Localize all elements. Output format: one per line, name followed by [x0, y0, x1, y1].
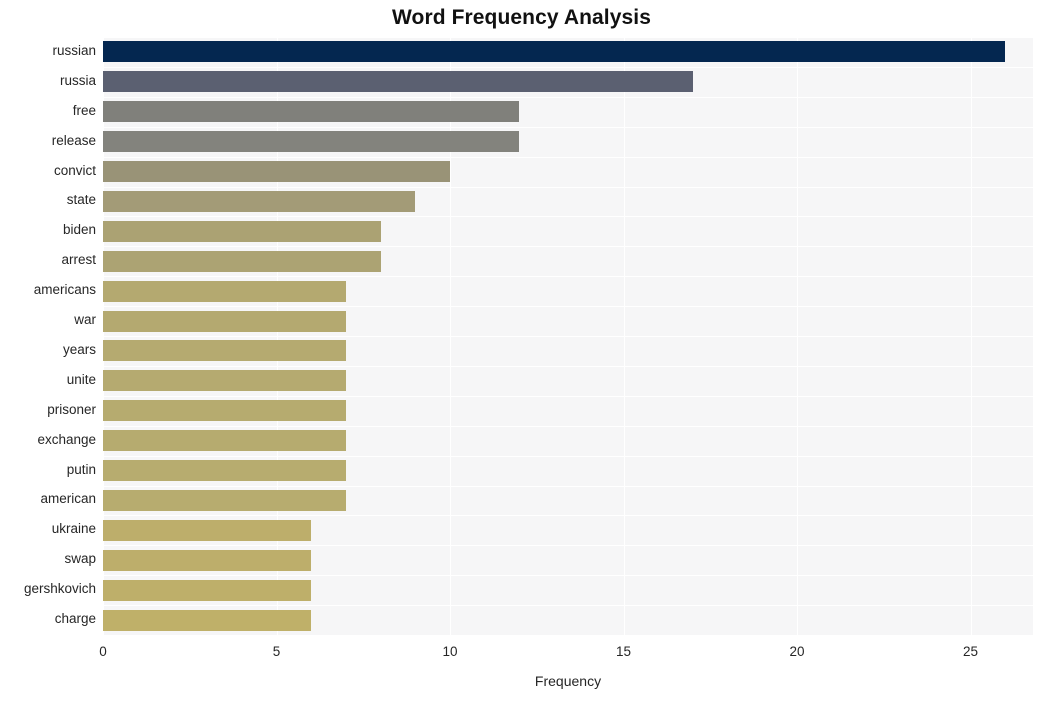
- x-tick-label-10: 10: [442, 644, 458, 659]
- bar-putin[interactable]: [103, 460, 346, 481]
- y-tick-label-years: years: [62, 341, 96, 357]
- word-frequency-chart-figure: Word Frequency Analysis russian russia fre…: [0, 0, 1043, 701]
- y-tick-label-arrest: arrest: [61, 252, 96, 268]
- bar-american[interactable]: [103, 489, 346, 511]
- bar-russia[interactable]: [103, 71, 693, 93]
- bar-biden[interactable]: [103, 220, 381, 242]
- x-tick-label-0: 0: [99, 644, 107, 659]
- y-tick-label-free: free: [72, 102, 96, 118]
- bar-prisoner[interactable]: [103, 400, 346, 422]
- x-axis-tick-labels: 0 5 10 15 20 25: [0, 637, 1043, 663]
- bar-row: [103, 519, 1033, 541]
- bar-row: [103, 460, 1033, 481]
- bar-row: [103, 71, 1033, 93]
- bar-charge[interactable]: [103, 609, 312, 631]
- y-tick-label-biden: biden: [62, 222, 96, 238]
- bar-russian[interactable]: [103, 41, 1006, 63]
- gridline-horizontal: [103, 635, 1033, 636]
- y-tick-label-state: state: [66, 192, 96, 208]
- bar-years[interactable]: [103, 340, 346, 362]
- x-axis-title: Frequency: [534, 673, 602, 689]
- y-tick-label-ukraine: ukraine: [51, 521, 96, 537]
- bar-gershkovich[interactable]: [103, 579, 312, 601]
- x-tick-label-25: 25: [963, 644, 979, 659]
- bar-swap[interactable]: [103, 549, 312, 571]
- y-tick-label-exchange: exchange: [37, 431, 96, 447]
- x-tick-label-15: 15: [616, 644, 632, 659]
- bar-row: [103, 609, 1033, 631]
- bars-layer: [103, 37, 1033, 635]
- bar-row: [103, 430, 1033, 452]
- x-tick-label-20: 20: [789, 644, 805, 659]
- y-tick-label-american: american: [40, 491, 96, 507]
- bar-state[interactable]: [103, 190, 416, 212]
- y-tick-label-war: war: [74, 312, 96, 328]
- bar-row: [103, 489, 1033, 511]
- bar-release[interactable]: [103, 131, 520, 153]
- bar-row: [103, 190, 1033, 212]
- plot-area: [103, 37, 1033, 636]
- bar-row: [103, 280, 1033, 302]
- bar-row: [103, 370, 1033, 392]
- y-tick-label-swap: swap: [64, 551, 96, 567]
- bar-row: [103, 310, 1033, 332]
- bar-exchange[interactable]: [103, 430, 346, 452]
- y-tick-label-americans: americans: [33, 282, 96, 298]
- bar-row: [103, 220, 1033, 242]
- bar-unite[interactable]: [103, 370, 346, 392]
- x-tick-label-5: 5: [272, 644, 281, 659]
- y-tick-label-charge: charge: [54, 611, 96, 627]
- bar-arrest[interactable]: [103, 250, 381, 272]
- y-tick-label-prisoner: prisoner: [47, 401, 96, 417]
- y-axis-tick-labels: russian russia free release convict state bide…: [0, 37, 96, 635]
- bar-row: [103, 250, 1033, 272]
- y-tick-label-unite: unite: [66, 371, 96, 387]
- bar-row: [103, 340, 1033, 362]
- bar-americans[interactable]: [103, 280, 346, 302]
- y-tick-label-russia: russia: [59, 72, 96, 88]
- bar-free[interactable]: [103, 101, 520, 123]
- bar-row: [103, 579, 1033, 601]
- bar-convict[interactable]: [103, 161, 450, 182]
- bar-row: [103, 161, 1033, 182]
- y-tick-label-gershkovich: gershkovich: [23, 581, 96, 597]
- y-tick-label-putin: putin: [66, 461, 96, 477]
- bar-row: [103, 400, 1033, 422]
- bar-row: [103, 101, 1033, 123]
- bar-row: [103, 549, 1033, 571]
- bar-ukraine[interactable]: [103, 519, 312, 541]
- chart-title: Word Frequency Analysis: [391, 6, 652, 29]
- y-tick-label-convict: convict: [53, 162, 96, 178]
- bar-war[interactable]: [103, 310, 346, 332]
- bar-row: [103, 131, 1033, 153]
- y-tick-label-russian: russian: [52, 42, 96, 58]
- y-tick-label-release: release: [51, 132, 96, 148]
- bar-row: [103, 41, 1033, 63]
